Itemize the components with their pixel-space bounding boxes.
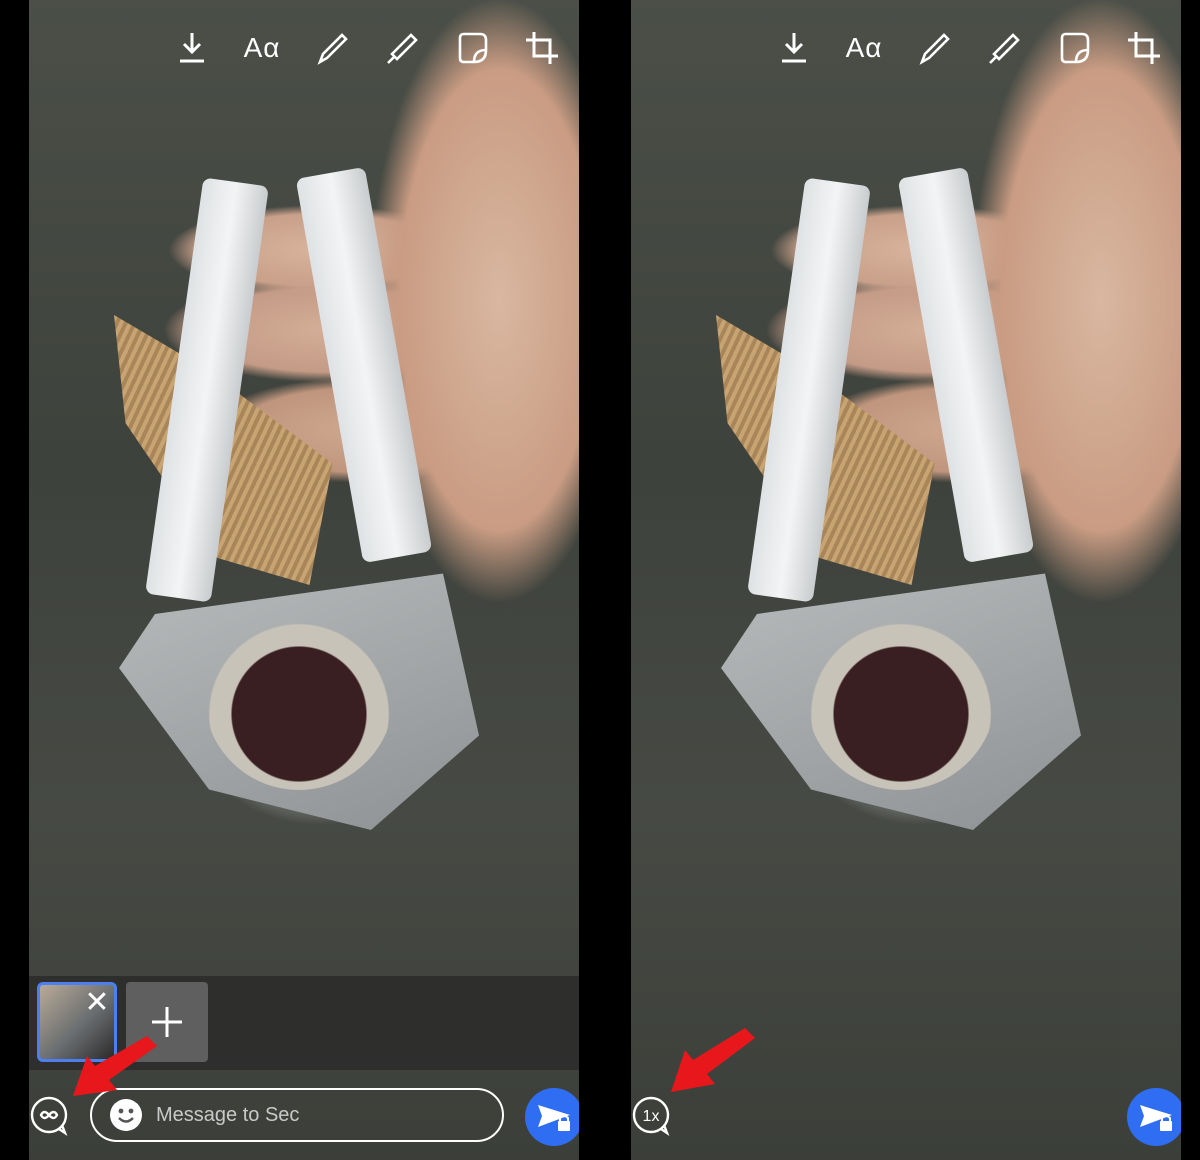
cup xyxy=(204,600,394,790)
crop-icon xyxy=(526,32,558,64)
text-tool-label: Aα xyxy=(845,32,883,63)
cup xyxy=(806,600,996,790)
right-screenshot-panel: Aα 1x xyxy=(631,0,1181,1160)
send-button[interactable] xyxy=(525,1088,579,1146)
marker-button[interactable] xyxy=(367,24,437,72)
message-placeholder: Message to Sec xyxy=(156,1104,300,1126)
pen-button[interactable] xyxy=(297,24,367,72)
editor-toolbar: Aα xyxy=(157,24,577,72)
text-tool-button[interactable]: Aα xyxy=(829,24,899,72)
text-tool-label: Aα xyxy=(243,32,281,63)
pen-button[interactable] xyxy=(899,24,969,72)
crop-icon xyxy=(1128,32,1160,64)
left-screenshot-panel: Aα ✕ Message to Sec xyxy=(29,0,579,1160)
crop-button[interactable] xyxy=(1109,24,1179,72)
crop-button[interactable] xyxy=(507,24,577,72)
marker-icon xyxy=(989,33,1020,64)
send-button[interactable] xyxy=(1127,1088,1181,1146)
marker-button[interactable] xyxy=(969,24,1039,72)
download-icon xyxy=(180,33,204,63)
marker-icon xyxy=(387,33,418,64)
sticker-icon xyxy=(458,32,488,64)
replay-once-icon: 1x xyxy=(632,1096,670,1137)
text-tool-button[interactable]: Aα xyxy=(227,24,297,72)
playback-speed-button[interactable]: 1x xyxy=(631,1093,677,1139)
editor-toolbar: Aα xyxy=(759,24,1179,72)
send-secure-icon xyxy=(538,1105,570,1131)
pen-icon xyxy=(919,33,950,65)
send-secure-icon xyxy=(1140,1105,1172,1131)
annotation-arrow xyxy=(671,1028,755,1092)
annotation-arrow xyxy=(73,1036,157,1096)
remove-media-icon[interactable]: ✕ xyxy=(80,986,114,1020)
loop-label: 1x xyxy=(643,1108,660,1125)
sticker-button[interactable] xyxy=(437,24,507,72)
pen-icon xyxy=(317,33,348,65)
download-icon xyxy=(782,33,806,63)
download-button[interactable] xyxy=(759,24,829,72)
photo-preview xyxy=(631,0,1181,1160)
sticker-icon xyxy=(1060,32,1090,64)
emoji-icon[interactable] xyxy=(110,1099,142,1131)
sticker-button[interactable] xyxy=(1039,24,1109,72)
download-button[interactable] xyxy=(157,24,227,72)
emoji-face xyxy=(118,1108,134,1123)
